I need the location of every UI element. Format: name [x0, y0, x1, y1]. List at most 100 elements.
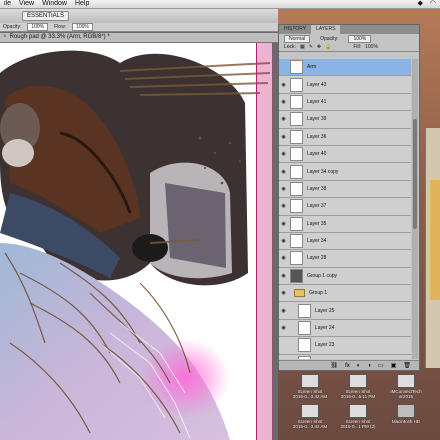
brush-options: Opacity: 100% Flow: 100%: [0, 23, 278, 32]
layer-row[interactable]: ◉ Layer 37: [279, 198, 411, 216]
desktop-file-icon[interactable]: Screen Shot 2015-0...3.32 AM: [290, 374, 330, 399]
folder-icon[interactable]: ▭: [378, 362, 384, 369]
artwork-canvas[interactable]: [0, 43, 272, 440]
menu-file[interactable]: ile: [0, 0, 15, 8]
visibility-eye-icon[interactable]: ◉: [279, 134, 288, 140]
layer-name: Layer 35: [307, 220, 327, 227]
layer-row[interactable]: ◉ Layer 28: [279, 250, 411, 268]
desktop-file-subtitle: 2015-0...1 PM (2): [340, 424, 376, 429]
screenshot-file-icon: [397, 374, 415, 388]
layer-row[interactable]: ◉ Layer 34 copy: [279, 163, 411, 181]
menu-window[interactable]: Window: [38, 0, 71, 8]
visibility-eye-icon[interactable]: ◉: [279, 238, 288, 244]
layers-list: Arm ◉ Layer 43 ◉ Layer 41 ◉ Layer 39 ◉ Layer 36 ◉…: [279, 59, 411, 359]
visibility-eye-icon[interactable]: ◉: [279, 221, 288, 227]
tab-layers[interactable]: LAYERS: [311, 25, 341, 34]
visibility-eye-icon[interactable]: ◉: [279, 273, 288, 279]
visibility-eye-icon[interactable]: ◉: [279, 186, 288, 192]
visibility-eye-icon[interactable]: ◉: [279, 99, 288, 105]
visibility-eye-icon[interactable]: ◉: [279, 325, 288, 331]
visibility-eye-icon[interactable]: ◉: [279, 82, 288, 88]
visibility-eye-icon[interactable]: ◉: [279, 169, 288, 175]
lock-position-icon[interactable]: ✥: [317, 44, 321, 50]
scrollbar-thumb[interactable]: [413, 119, 417, 229]
layers-footer: ⛓ fx ◐ ◑ ▭ ▣ 🗑: [279, 360, 419, 370]
layer-name: Layer 25: [315, 307, 335, 314]
layer-name: Group 1: [309, 290, 328, 297]
layer-row[interactable]: ◉ Group 1: [279, 285, 411, 303]
layer-thumbnail: [298, 303, 311, 318]
layer-row[interactable]: ◉ Layer 36: [279, 128, 411, 146]
layer-thumbnail: [290, 164, 303, 179]
screenshot-file-icon: [301, 404, 319, 418]
layer-name: Layer 38: [307, 185, 327, 192]
visibility-eye-icon[interactable]: ◉: [279, 255, 288, 261]
lock-label: Lock:: [284, 44, 296, 50]
opacity-field[interactable]: 100%: [27, 23, 49, 31]
layer-row[interactable]: ◉Layer 22: [279, 354, 411, 359]
layer-thumbnail: [290, 60, 303, 75]
new-layer-icon[interactable]: ▣: [391, 362, 397, 369]
fx-icon[interactable]: fx: [345, 363, 350, 369]
visibility-eye-icon[interactable]: ◉: [279, 116, 288, 122]
desktop-file-icon[interactable]: Macintosh HD: [386, 404, 426, 424]
layer-row[interactable]: ◉ Layer 24: [279, 319, 411, 338]
layer-thumbnail: [290, 94, 303, 109]
layer-row[interactable]: Arm: [279, 59, 411, 77]
lock-pixels-icon[interactable]: ▦: [300, 44, 305, 50]
link-icon[interactable]: ⛓: [330, 362, 338, 369]
layers-scrollbar[interactable]: [412, 59, 418, 359]
desktop-file-icon[interactable]: IMConnectTech ar2015: [386, 374, 426, 399]
lock-paint-icon[interactable]: ✎: [309, 44, 313, 50]
menu-view[interactable]: View: [15, 0, 38, 8]
blend-row: Normal Opacity: 100%: [279, 34, 419, 43]
layer-name: Layer 41: [307, 98, 327, 105]
wifi-icon[interactable]: ◠: [430, 0, 436, 8]
fill-label: Fill:: [353, 44, 362, 50]
adjustment-icon[interactable]: ◑: [367, 363, 371, 369]
visibility-eye-icon[interactable]: ◉: [279, 203, 288, 209]
layer-row[interactable]: ◉ Layer 25: [279, 302, 411, 320]
trash-icon[interactable]: 🗑: [403, 362, 411, 369]
workspace-switcher[interactable]: ESSENTIALS: [22, 11, 70, 21]
menu-help[interactable]: Help: [71, 0, 93, 8]
options-bar: ESSENTIALS: [0, 9, 278, 24]
layer-thumbnail: [290, 251, 303, 266]
layer-opacity-field[interactable]: 100%: [348, 34, 372, 43]
layer-thumbnail: [298, 321, 311, 336]
screenshot-file-icon: [301, 374, 319, 388]
layer-row[interactable]: ◉ Layer 38: [279, 180, 411, 199]
hard-drive-icon: [397, 404, 415, 418]
layer-row[interactable]: ◉ Layer 41: [279, 93, 411, 112]
layer-row[interactable]: ◉ Layer 35: [279, 215, 411, 233]
flow-field[interactable]: 100%: [72, 23, 93, 31]
flow-label: Flow:: [54, 24, 67, 30]
document-tab[interactable]: × Rough pad @ 33.3% (Arm, RGB/8*) *: [0, 33, 278, 43]
layer-row[interactable]: ◉ Group 1 copy: [279, 267, 411, 286]
layer-row[interactable]: Layer 23: [279, 337, 411, 355]
mask-icon[interactable]: ◐: [357, 363, 361, 369]
visibility-eye-icon[interactable]: ◉: [279, 151, 288, 157]
layer-thumbnail: [290, 268, 303, 283]
close-icon[interactable]: ×: [3, 33, 7, 42]
layer-name: Layer 24: [315, 325, 335, 332]
desktop-file-icon[interactable]: Screen Shot 2015-0...6.11 PM: [338, 374, 378, 399]
desktop-file-subtitle: 2015-0...6.11 PM: [340, 394, 376, 399]
desktop-file-icon[interactable]: Screen Shot 2015-0...1 PM (2): [338, 404, 378, 429]
visibility-eye-icon[interactable]: ◉: [279, 290, 288, 296]
layer-row[interactable]: ◉ Layer 34: [279, 232, 411, 251]
layer-row[interactable]: ◉ Layer 43: [279, 76, 411, 94]
tab-history[interactable]: HISTORY: [279, 25, 311, 34]
visibility-eye-icon[interactable]: ◉: [279, 308, 288, 314]
fill-field[interactable]: 100%: [365, 44, 378, 50]
dropbox-icon[interactable]: ◆: [418, 0, 423, 8]
layer-row[interactable]: ◉ Layer 39: [279, 111, 411, 129]
lock-row: Lock: ▦ ✎ ✥ 🔒 Fill: 100%: [279, 43, 419, 52]
desktop-file-name: Macintosh HD: [391, 419, 421, 424]
desktop-file-icon[interactable]: Screen Shot 2015-0...3.32 AM: [290, 404, 330, 429]
blend-mode-select[interactable]: Normal: [284, 34, 311, 43]
layer-row[interactable]: ◉ Layer 40: [279, 145, 411, 164]
lock-all-icon[interactable]: 🔒: [325, 44, 331, 50]
layer-thumbnail: [290, 216, 303, 231]
layer-name: Layer 39: [307, 116, 327, 123]
